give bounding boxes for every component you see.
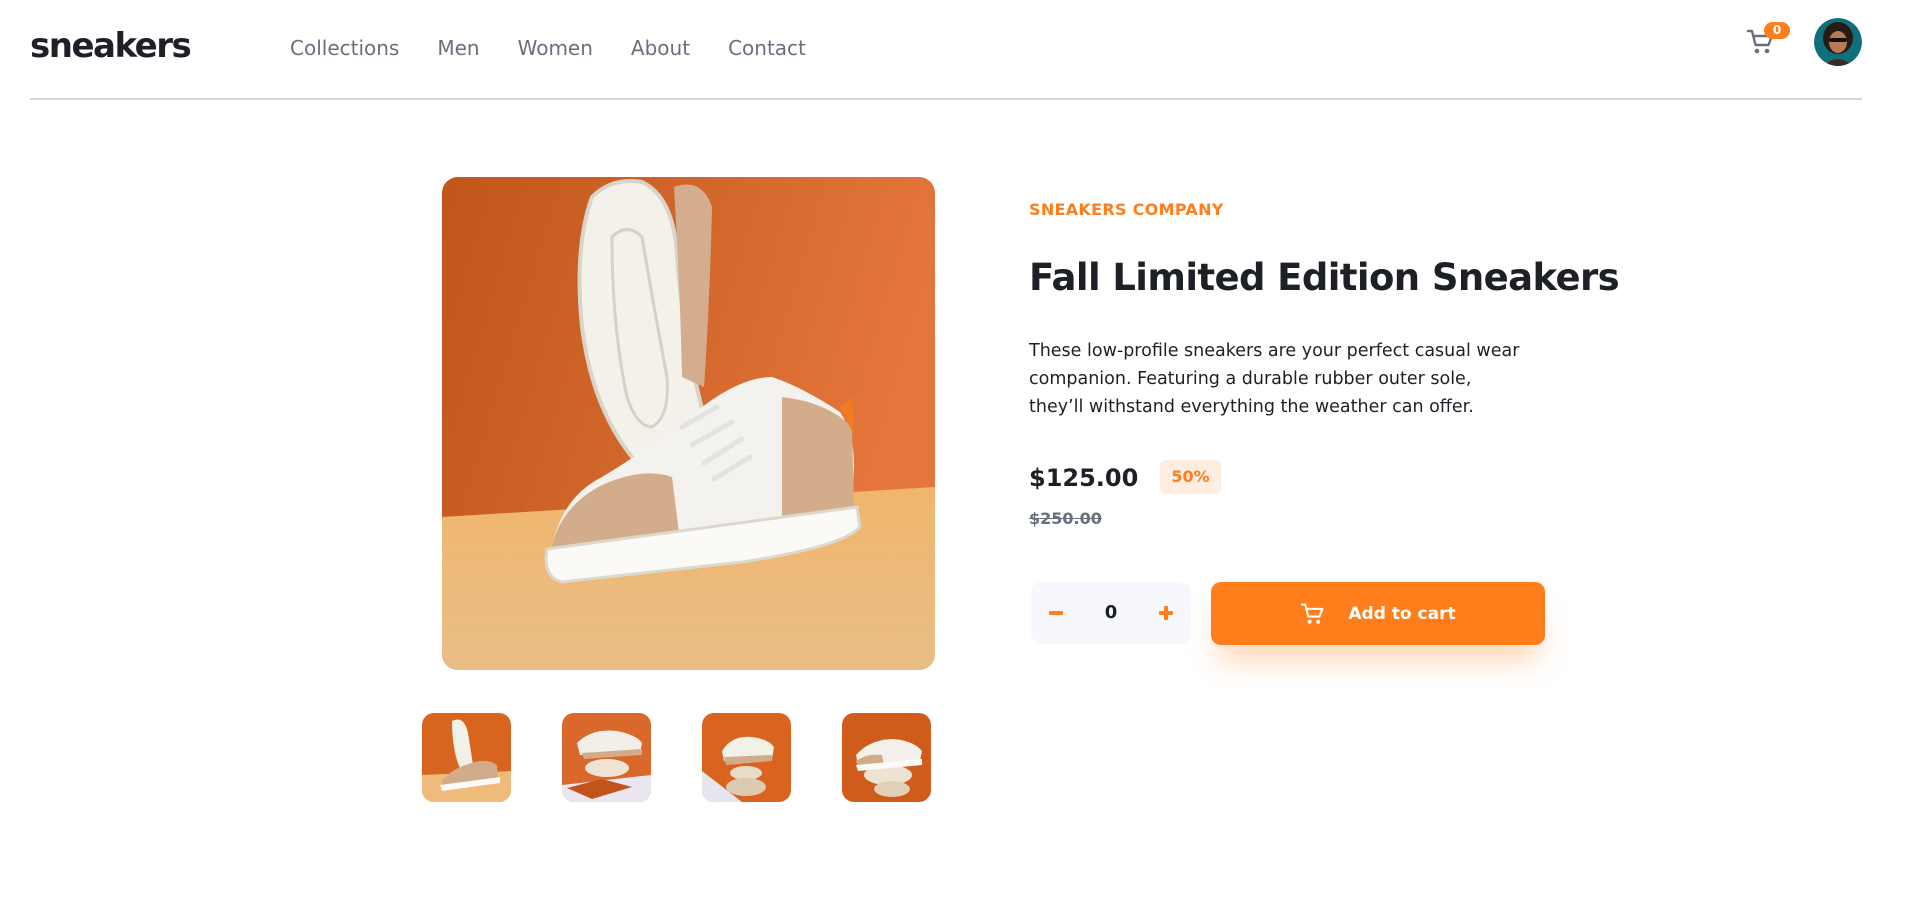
product-description: These low-profile sneakers are your perf… <box>1029 341 1520 417</box>
minus-icon <box>1049 611 1063 615</box>
product-title: Fall Limited Edition Sneakers <box>1029 256 1620 299</box>
nav-contact[interactable]: Contact <box>728 36 806 60</box>
thumbnail-3[interactable] <box>702 713 791 802</box>
thumbnail-4[interactable] <box>842 713 931 802</box>
plus-icon <box>1159 606 1173 620</box>
user-avatar[interactable] <box>1814 18 1862 66</box>
decrease-quantity-button[interactable] <box>1031 582 1081 644</box>
thumbnail-image <box>562 713 651 802</box>
logo[interactable]: sneakers <box>30 26 192 66</box>
thumbnail-image <box>702 713 791 802</box>
main-product-image[interactable] <box>442 177 935 670</box>
thumbnail-image <box>422 713 511 802</box>
increase-quantity-button[interactable] <box>1141 582 1191 644</box>
avatar-image <box>1814 18 1862 66</box>
cart-icon <box>1301 603 1324 624</box>
sneaker-photo <box>442 177 935 670</box>
quantity-stepper: 0 <box>1031 582 1191 644</box>
current-price: $125.00 <box>1029 464 1139 492</box>
quantity-value: 0 <box>1104 602 1118 623</box>
nav-about[interactable]: About <box>631 36 690 60</box>
site-header: sneakers Collections Men Women About Con… <box>30 0 1862 100</box>
thumbnail-image <box>842 713 931 802</box>
original-price: $250.00 <box>1029 509 1102 528</box>
nav-collections[interactable]: Collections <box>290 36 399 60</box>
add-to-cart-label: Add to cart <box>1348 603 1456 624</box>
add-to-cart-button[interactable]: Add to cart <box>1211 582 1545 645</box>
thumbnail-1[interactable] <box>422 713 511 802</box>
cart-count-badge: 0 <box>1764 22 1790 39</box>
nav-men[interactable]: Men <box>437 36 479 60</box>
cart-button[interactable]: 0 <box>1746 22 1790 60</box>
thumbnail-2[interactable] <box>562 713 651 802</box>
nav-women[interactable]: Women <box>518 36 593 60</box>
discount-badge: 50% <box>1160 460 1221 494</box>
company-label: SNEAKERS COMPANY <box>1029 200 1224 219</box>
main-nav: Collections Men Women About Contact <box>290 36 806 60</box>
